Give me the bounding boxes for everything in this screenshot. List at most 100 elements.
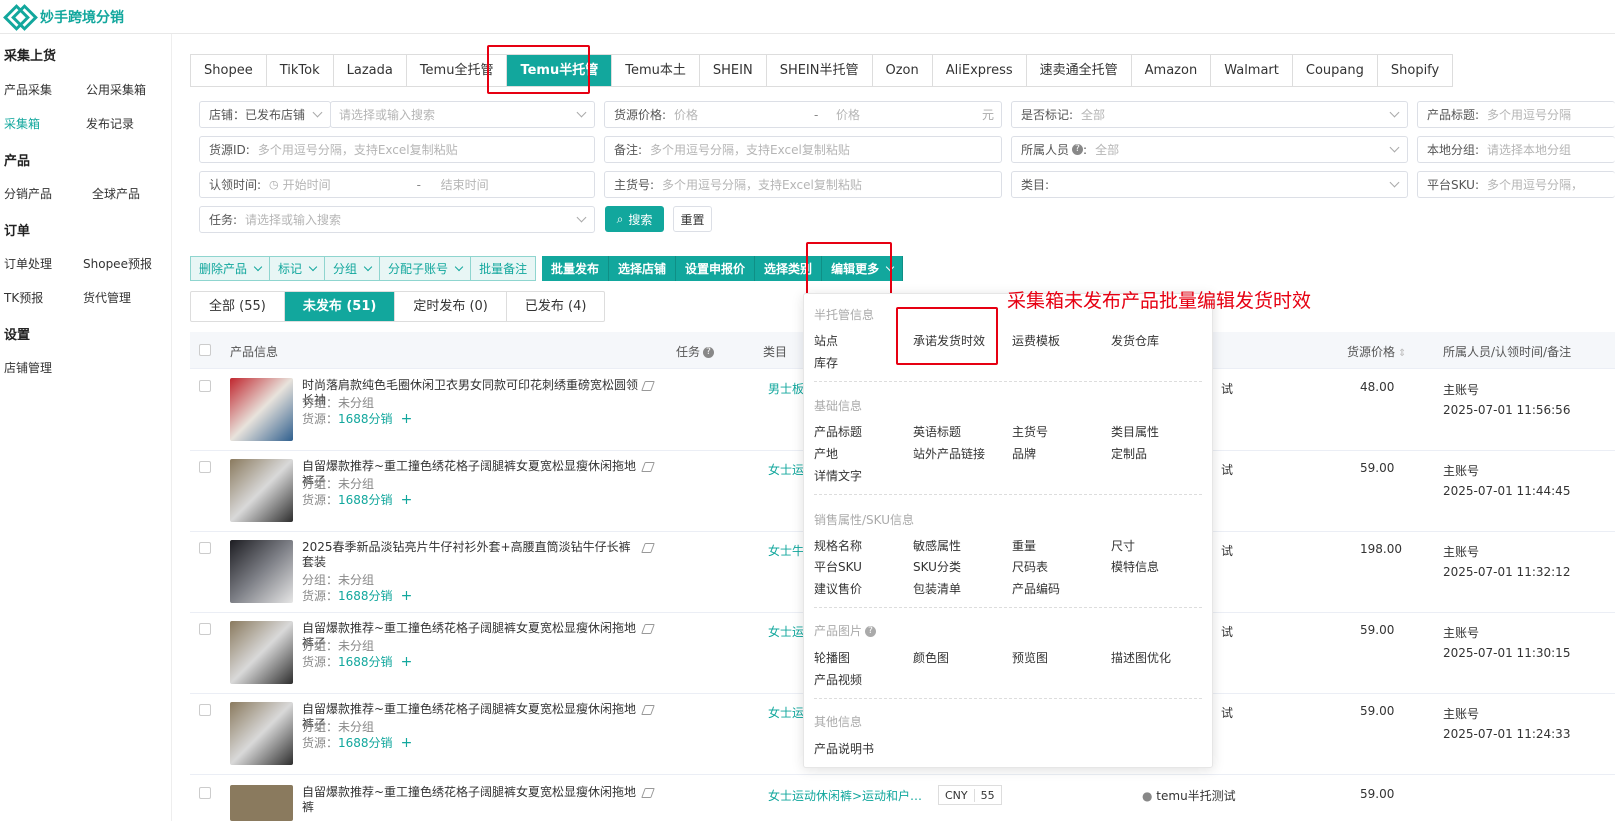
price-range-field[interactable]: 货源价格: 价格 - 价格 元 — [604, 101, 1002, 128]
tab-walmart[interactable]: Walmart — [1211, 55, 1293, 86]
tab-ozon[interactable]: Ozon — [873, 55, 933, 86]
sidebar-item-product-collect[interactable]: 产品采集 — [4, 81, 52, 98]
add-icon[interactable]: + — [401, 492, 413, 508]
owner-select[interactable]: 所属人员 ? : 全部 — [1011, 136, 1408, 163]
source-id-input[interactable]: 货源ID: 多个用逗号分隔，支持Excel复制粘贴 — [199, 136, 595, 163]
tab-shopify[interactable]: Shopify — [1378, 55, 1452, 86]
menu-item-origin[interactable]: 产地 — [814, 445, 838, 462]
tab-aliexpress-full[interactable]: 速卖通全托管 — [1027, 55, 1132, 86]
menu-item-stock[interactable]: 库存 — [814, 354, 838, 371]
remark-input[interactable]: 备注: 多个用逗号分隔，支持Excel复制粘贴 — [604, 136, 1002, 163]
tab-shein[interactable]: SHEIN — [700, 55, 767, 86]
status-tab-unpublished[interactable]: 未发布 (51) — [284, 292, 396, 321]
source-link[interactable]: 1688分销 — [338, 736, 393, 750]
category-link[interactable]: 女士运动休闲裤>运动和户… — [768, 787, 922, 804]
task-select[interactable]: 任务: 请选择或输入搜索 — [199, 206, 595, 233]
sidebar-item-store-manage[interactable]: 店铺管理 — [4, 359, 52, 376]
menu-item-packing-list[interactable]: 包装清单 — [913, 580, 961, 597]
reset-button[interactable]: 重置 — [673, 206, 712, 232]
menu-item-brand[interactable]: 品牌 — [1012, 445, 1036, 462]
menu-item-english-title[interactable]: 英语标题 — [913, 423, 961, 440]
menu-item-product-title[interactable]: 产品标题 — [814, 423, 862, 440]
category-link[interactable]: 女士运 — [768, 623, 804, 640]
claim-start-input[interactable]: 开始时间 — [279, 176, 417, 193]
group-button[interactable]: 分组 — [324, 256, 381, 281]
menu-item-platform-sku[interactable]: 平台SKU — [814, 558, 862, 575]
edit-icon[interactable] — [641, 462, 655, 472]
set-declared-price-button[interactable]: 设置申报价 — [676, 256, 756, 281]
row-checkbox[interactable] — [199, 704, 211, 716]
batch-publish-button[interactable]: 批量发布 — [542, 256, 610, 281]
tab-tiktok[interactable]: TikTok — [267, 55, 334, 86]
menu-item-size[interactable]: 尺寸 — [1111, 537, 1135, 554]
product-thumbnail[interactable] — [230, 621, 293, 684]
menu-item-main-sku[interactable]: 主货号 — [1012, 423, 1048, 440]
menu-item-model-info[interactable]: 模特信息 — [1111, 558, 1159, 575]
claim-end-input[interactable]: 结束时间 — [433, 176, 489, 193]
sidebar-item-publish-log[interactable]: 发布记录 — [86, 115, 134, 132]
menu-item-custom-product[interactable]: 定制品 — [1111, 445, 1147, 462]
help-icon[interactable]: ? — [703, 347, 715, 358]
edit-icon[interactable] — [641, 788, 655, 798]
menu-item-spec-name[interactable]: 规格名称 — [814, 537, 862, 554]
app-logo[interactable]: 妙手跨境分销 — [4, 5, 124, 29]
product-thumbnail[interactable] — [230, 459, 293, 522]
product-title[interactable]: 2025春季新品淡钻亮片牛仔衬衫外套+高腰直筒淡钻牛仔长裤套装 — [302, 540, 642, 570]
tab-temu-local[interactable]: Temu本土 — [612, 55, 700, 86]
sidebar-item-collect-box[interactable]: 采集箱 — [4, 115, 40, 132]
tab-shein-semi[interactable]: SHEIN半托管 — [767, 55, 873, 86]
menu-item-category-attrs[interactable]: 类目属性 — [1111, 423, 1159, 440]
menu-item-sensitive-attr[interactable]: 敏感属性 — [913, 537, 961, 554]
edit-icon[interactable] — [641, 705, 655, 715]
source-link[interactable]: 1688分销 — [338, 412, 393, 426]
add-icon[interactable]: + — [401, 654, 413, 670]
row-checkbox[interactable] — [199, 461, 211, 473]
product-title[interactable]: 自留爆款推荐~重工撞色绣花格子阔腿裤女夏宽松显瘦休闲拖地裤 — [302, 785, 642, 815]
category-link[interactable]: 女士运 — [768, 461, 804, 478]
status-tab-published[interactable]: 已发布 (4) — [507, 292, 605, 321]
menu-item-suggested-price[interactable]: 建议售价 — [814, 580, 862, 597]
source-link[interactable]: 1688分销 — [338, 493, 393, 507]
store-select[interactable]: 店铺：已发布店铺 — [199, 101, 331, 128]
delete-products-button[interactable]: 删除产品 — [190, 256, 271, 281]
menu-item-external-link[interactable]: 站外产品链接 — [913, 445, 985, 462]
declared-price-field[interactable]: CNY 55 — [938, 785, 1002, 805]
menu-item-sku-class[interactable]: SKU分类 — [913, 558, 961, 575]
add-icon[interactable]: + — [401, 411, 413, 427]
add-icon[interactable]: + — [401, 735, 413, 751]
tab-shopee[interactable]: Shopee — [191, 55, 267, 86]
add-icon[interactable]: + — [401, 588, 413, 604]
sidebar-item-distribution[interactable]: 分销产品 — [4, 185, 52, 202]
row-checkbox[interactable] — [199, 787, 211, 799]
source-link[interactable]: 1688分销 — [338, 589, 393, 603]
status-tab-scheduled[interactable]: 定时发布 (0) — [395, 292, 507, 321]
menu-item-ship-warehouse[interactable]: 发货仓库 — [1111, 332, 1159, 349]
menu-item-site[interactable]: 站点 — [814, 332, 838, 349]
main-sku-input[interactable]: 主货号: 多个用逗号分隔，支持Excel复制粘贴 — [604, 171, 1002, 198]
sidebar-item-global[interactable]: 全球产品 — [92, 185, 140, 202]
tab-coupang[interactable]: Coupang — [1293, 55, 1378, 86]
category-link[interactable]: 女士运 — [768, 704, 804, 721]
menu-item-weight[interactable]: 重量 — [1012, 537, 1036, 554]
select-store-button[interactable]: 选择店铺 — [609, 256, 677, 281]
product-thumbnail[interactable] — [230, 540, 293, 603]
search-button[interactable]: ⌕ 搜索 — [605, 206, 664, 232]
platform-sku-input[interactable]: 平台SKU: 多个用逗号分隔， — [1417, 171, 1615, 198]
claim-time-range[interactable]: 认领时间: ◷ 开始时间 - 结束时间 — [199, 171, 595, 198]
tab-aliexpress[interactable]: AliExpress — [933, 55, 1027, 86]
product-thumbnail[interactable] — [230, 378, 293, 441]
menu-item-detail-text[interactable]: 详情文字 — [814, 467, 862, 484]
select-all-checkbox[interactable] — [199, 344, 211, 356]
menu-item-preview-image[interactable]: 预览图 — [1012, 649, 1048, 666]
assign-subaccount-button[interactable]: 分配子账号 — [379, 256, 472, 281]
sidebar-item-forwarder[interactable]: 货代管理 — [83, 289, 131, 306]
menu-item-manual[interactable]: 产品说明书 — [814, 740, 874, 757]
menu-item-color-image[interactable]: 颜色图 — [913, 649, 949, 666]
menu-item-desc-image-optimize[interactable]: 描述图优化 — [1111, 649, 1171, 666]
edit-icon[interactable] — [641, 624, 655, 634]
sidebar-item-orders[interactable]: 订单处理 — [4, 255, 52, 272]
price-min-input[interactable]: 价格 — [666, 106, 814, 123]
row-checkbox[interactable] — [199, 380, 211, 392]
menu-item-product-code[interactable]: 产品编码 — [1012, 580, 1060, 597]
tab-amazon[interactable]: Amazon — [1132, 55, 1212, 86]
